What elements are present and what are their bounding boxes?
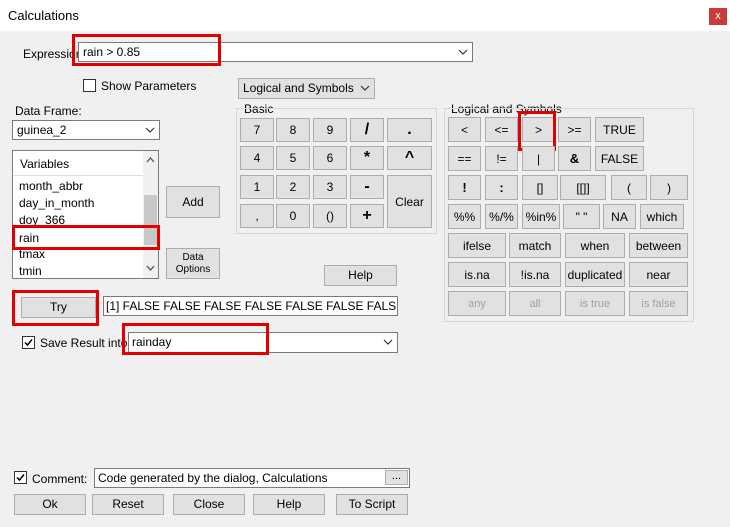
greater-than-highlight	[518, 111, 556, 151]
variables-list[interactable]: Variables month_abbr day_in_month doy_36…	[12, 150, 159, 279]
to-script-button[interactable]: To Script	[336, 494, 408, 515]
checkmark-icon	[24, 339, 33, 347]
key-not[interactable]: !	[448, 175, 481, 200]
try-result-text: [1] FALSE FALSE FALSE FALSE FALSE FALSE …	[106, 299, 397, 313]
keyboard-select-value: Logical and Symbols	[243, 81, 354, 95]
key-7[interactable]: 7	[240, 118, 274, 142]
key-and[interactable]: &	[558, 146, 591, 171]
key-close-paren[interactable]: )	[650, 175, 688, 200]
comment-ellipsis-button[interactable]: ...	[385, 470, 408, 485]
data-options-button[interactable]: Data Options	[166, 248, 220, 279]
list-item[interactable]: day_in_month	[19, 196, 94, 210]
data-frame-combo[interactable]: guinea_2	[12, 120, 160, 140]
help-small-button[interactable]: Help	[324, 265, 397, 286]
chevron-down-icon	[458, 49, 468, 55]
key-in[interactable]: %in%	[522, 204, 560, 229]
key-all[interactable]: all	[509, 291, 561, 316]
key-is-na[interactable]: is.na	[448, 262, 506, 287]
key-5[interactable]: 5	[276, 146, 310, 170]
data-frame-label: Data Frame:	[15, 104, 82, 118]
key-not-is-na[interactable]: !is.na	[509, 262, 561, 287]
key-parentheses[interactable]: ()	[313, 204, 347, 228]
key-int-divide[interactable]: %/%	[485, 204, 518, 229]
key-duplicated[interactable]: duplicated	[565, 262, 625, 287]
key-na[interactable]: NA	[603, 204, 636, 229]
key-0[interactable]: 0	[276, 204, 310, 228]
show-parameters-checkbox[interactable]	[83, 79, 96, 92]
key-3[interactable]: 3	[313, 175, 347, 199]
chevron-down-icon	[383, 339, 393, 345]
show-parameters-label: Show Parameters	[101, 79, 197, 93]
key-modulo[interactable]: %%	[448, 204, 481, 229]
key-plus[interactable]: +	[350, 204, 384, 228]
key-which[interactable]: which	[640, 204, 684, 229]
key-6[interactable]: 6	[313, 146, 347, 170]
ok-button[interactable]: Ok	[14, 494, 86, 515]
key-comma[interactable]: ,	[240, 204, 274, 228]
keyboard-select[interactable]: Logical and Symbols	[238, 78, 375, 99]
close-window-button[interactable]: x	[709, 8, 727, 25]
comment-label: Comment:	[32, 472, 88, 486]
checkmark-icon	[16, 474, 25, 482]
key-4[interactable]: 4	[240, 146, 274, 170]
list-item[interactable]: month_abbr	[19, 179, 83, 193]
key-is-false[interactable]: is false	[629, 291, 688, 316]
expression-highlight	[72, 34, 221, 66]
data-frame-value: guinea_2	[17, 123, 67, 137]
key-ifelse[interactable]: ifelse	[448, 233, 506, 258]
key-true[interactable]: TRUE	[595, 117, 644, 142]
list-item[interactable]: tmin	[19, 264, 42, 278]
key-double-brackets[interactable]: [[]]	[560, 175, 606, 200]
comment-field[interactable]: Code generated by the dialog, Calculatio…	[94, 468, 410, 488]
key-is-true[interactable]: is true	[565, 291, 625, 316]
key-any[interactable]: any	[448, 291, 506, 316]
key-false[interactable]: FALSE	[595, 146, 644, 171]
save-result-highlight	[122, 323, 269, 355]
comment-checkbox[interactable]	[14, 471, 27, 484]
scroll-down-icon[interactable]	[144, 262, 157, 274]
help-button[interactable]: Help	[253, 494, 325, 515]
chevron-down-icon	[145, 127, 155, 133]
close-button[interactable]: Close	[173, 494, 245, 515]
key-less-than[interactable]: <	[448, 117, 481, 142]
key-power[interactable]: ^	[387, 146, 432, 170]
try-highlight	[12, 290, 99, 326]
variables-header: Variables	[20, 157, 70, 171]
key-greater-equal[interactable]: >=	[558, 117, 591, 142]
key-9[interactable]: 9	[313, 118, 347, 142]
key-clear[interactable]: Clear	[387, 175, 432, 228]
reset-button[interactable]: Reset	[92, 494, 164, 515]
key-divide[interactable]: /	[350, 118, 384, 142]
key-quotes[interactable]: " "	[563, 204, 600, 229]
chevron-down-icon	[360, 85, 370, 91]
key-when[interactable]: when	[565, 233, 625, 258]
key-brackets[interactable]: []	[522, 175, 558, 200]
save-result-label: Save Result into	[40, 336, 128, 350]
key-2[interactable]: 2	[276, 175, 310, 199]
save-result-checkbox[interactable]	[22, 336, 35, 349]
window-title: Calculations	[8, 8, 79, 23]
try-result-field: [1] FALSE FALSE FALSE FALSE FALSE FALSE …	[103, 296, 398, 316]
key-8[interactable]: 8	[276, 118, 310, 142]
key-multiply[interactable]: *	[350, 146, 384, 170]
title-bar	[0, 0, 730, 31]
rain-highlight	[12, 225, 160, 250]
key-dot[interactable]: .	[387, 118, 432, 142]
key-equal[interactable]: ==	[448, 146, 481, 171]
key-less-equal[interactable]: <=	[485, 117, 518, 142]
key-match[interactable]: match	[509, 233, 561, 258]
key-colon[interactable]: :	[485, 175, 518, 200]
scroll-up-icon[interactable]	[144, 154, 157, 166]
add-button[interactable]: Add	[166, 186, 220, 218]
key-not-equal[interactable]: !=	[485, 146, 518, 171]
key-1[interactable]: 1	[240, 175, 274, 199]
list-divider	[13, 175, 143, 176]
key-or[interactable]: |	[522, 146, 555, 171]
comment-value: Code generated by the dialog, Calculatio…	[98, 471, 328, 485]
key-minus[interactable]: -	[350, 175, 384, 199]
key-open-paren[interactable]: (	[611, 175, 647, 200]
key-near[interactable]: near	[629, 262, 688, 287]
key-between[interactable]: between	[629, 233, 688, 258]
